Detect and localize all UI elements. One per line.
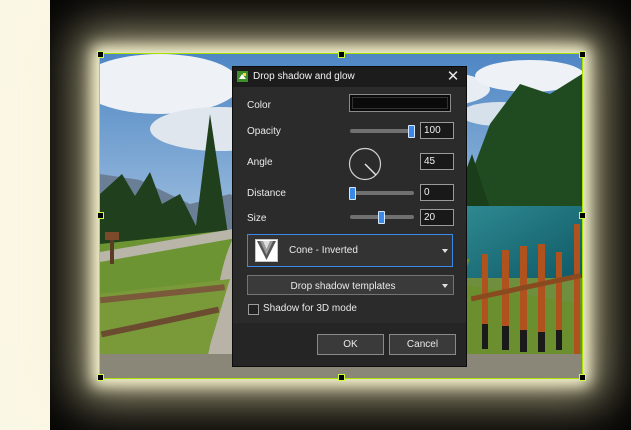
resize-handle[interactable] [97, 374, 104, 381]
resize-handle[interactable] [579, 212, 586, 219]
shape-preview-icon [255, 239, 278, 262]
size-slider-thumb[interactable] [378, 211, 385, 224]
size-label: Size [247, 213, 267, 224]
opacity-input[interactable]: 100 [420, 122, 454, 139]
resize-handle[interactable] [97, 212, 104, 219]
dialog-title: Drop shadow and glow [253, 71, 355, 82]
ok-button[interactable]: OK [317, 334, 384, 355]
angle-dial[interactable] [348, 147, 382, 181]
resize-handle[interactable] [338, 374, 345, 381]
opacity-label: Opacity [247, 126, 281, 137]
size-input[interactable]: 20 [420, 209, 454, 226]
dialog-title-bar[interactable]: Drop shadow and glow ✕ [233, 67, 466, 87]
distance-input[interactable]: 0 [420, 184, 454, 201]
drop-shadow-dialog: Drop shadow and glow ✕ Color Opacity 100… [232, 66, 467, 367]
resize-handle[interactable] [579, 51, 586, 58]
resize-handle[interactable] [97, 51, 104, 58]
angle-label: Angle [247, 157, 273, 168]
opacity-slider[interactable] [350, 129, 410, 133]
angle-input[interactable]: 45 [420, 153, 454, 170]
drop-shadow-templates-dropdown[interactable]: Drop shadow templates [247, 275, 454, 295]
chevron-down-icon [442, 284, 448, 288]
shape-selected-label: Cone - Inverted [289, 245, 358, 256]
opacity-slider-thumb[interactable] [408, 125, 415, 138]
resize-handle[interactable] [579, 374, 586, 381]
side-panel [0, 0, 50, 430]
cancel-button[interactable]: Cancel [389, 334, 456, 355]
shadow-3d-label[interactable]: Shadow for 3D mode [263, 303, 357, 314]
distance-slider[interactable] [350, 191, 414, 195]
distance-slider-thumb[interactable] [349, 187, 356, 200]
shadow-shape-dropdown[interactable]: Cone - Inverted [247, 234, 453, 267]
close-icon[interactable]: ✕ [445, 68, 461, 85]
app-icon [237, 71, 248, 82]
shadow-3d-checkbox[interactable] [248, 304, 259, 315]
templates-label: Drop shadow templates [290, 281, 396, 292]
distance-label: Distance [247, 188, 286, 199]
color-picker[interactable] [349, 94, 451, 112]
color-label: Color [247, 100, 271, 111]
chevron-down-icon [442, 249, 448, 253]
resize-handle[interactable] [338, 51, 345, 58]
